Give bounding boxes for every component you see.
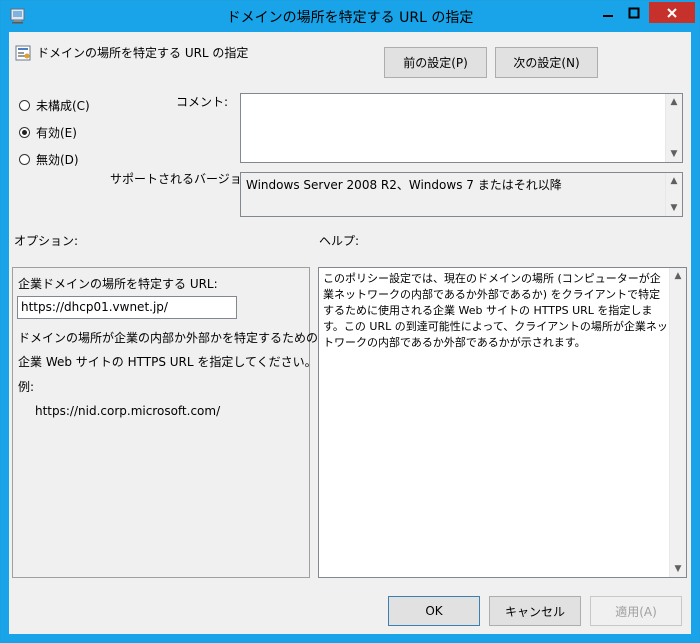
title-bar[interactable]: ドメインの場所を特定する URL の指定 [1, 1, 699, 32]
help-panel: このポリシー設定では、現在のドメインの場所 (コンピューターが企業ネットワークの… [318, 267, 687, 578]
description-line-2: 企業 Web サイトの HTTPS URL を指定してください。 [18, 355, 317, 369]
help-scrollbar[interactable]: ▲ ▼ [669, 268, 686, 577]
scroll-down-icon[interactable]: ▼ [666, 146, 682, 162]
scroll-up-icon[interactable]: ▲ [670, 268, 686, 284]
radio-circle[interactable] [19, 100, 30, 111]
dialog-window: ドメインの場所を特定する URL の指定 ドメインの場所を特定する URL の指… [0, 0, 700, 643]
dialog-client-area: ドメインの場所を特定する URL の指定 前の設定(P) 次の設定(N) 未構成… [9, 32, 691, 634]
supported-versions-label: サポートされるバージョン: [110, 172, 258, 186]
radio-circle[interactable] [19, 154, 30, 165]
help-text: このポリシー設定では、現在のドメインの場所 (コンピューターが企業ネットワークの… [323, 272, 668, 349]
radio-enabled[interactable]: 有効(E) [19, 124, 77, 141]
url-input-value: https://dhcp01.vwnet.jp/ [21, 300, 168, 314]
supported-versions-box: Windows Server 2008 R2、Windows 7 またはそれ以降… [240, 172, 683, 217]
url-field-label: 企業ドメインの場所を特定する URL: [18, 277, 218, 291]
radio-label: 未構成(C) [36, 99, 90, 113]
next-setting-button[interactable]: 次の設定(N) [495, 47, 598, 78]
ok-button[interactable]: OK [388, 596, 480, 626]
minimize-button[interactable] [595, 2, 621, 23]
options-label: オプション: [14, 234, 79, 248]
radio-circle-checked[interactable] [19, 127, 30, 138]
maximize-icon [628, 7, 640, 18]
example-url: https://nid.corp.microsoft.com/ [35, 404, 221, 418]
scroll-up-icon[interactable]: ▲ [666, 94, 682, 110]
policy-title: ドメインの場所を特定する URL の指定 [37, 46, 249, 60]
comment-scrollbar[interactable]: ▲ ▼ [665, 94, 682, 162]
minimize-icon [603, 14, 613, 17]
scroll-up-icon[interactable]: ▲ [666, 173, 682, 189]
comment-textarea[interactable]: ▲ ▼ [240, 93, 683, 163]
radio-label: 有効(E) [36, 126, 77, 140]
example-label: 例: [18, 380, 35, 394]
close-icon [667, 7, 677, 18]
description-line-1: ドメインの場所が企業の内部か外部かを特定するための [18, 331, 319, 345]
radio-label: 無効(D) [36, 153, 79, 167]
url-input[interactable]: https://dhcp01.vwnet.jp/ [17, 296, 237, 319]
radio-not-configured[interactable]: 未構成(C) [19, 97, 90, 114]
close-button[interactable] [649, 2, 695, 23]
help-label: ヘルプ: [319, 234, 360, 248]
radio-disabled[interactable]: 無効(D) [19, 151, 79, 168]
supported-scrollbar[interactable]: ▲ ▼ [665, 173, 682, 216]
supported-versions-value: Windows Server 2008 R2、Windows 7 またはそれ以降 [246, 178, 562, 192]
apply-button[interactable]: 適用(A) [590, 596, 682, 626]
cancel-button[interactable]: キャンセル [489, 596, 581, 626]
maximize-button[interactable] [621, 2, 647, 23]
scroll-down-icon[interactable]: ▼ [670, 561, 686, 577]
policy-setting-icon [15, 45, 31, 61]
previous-setting-button[interactable]: 前の設定(P) [384, 47, 487, 78]
comment-label: コメント: [176, 95, 229, 109]
scroll-down-icon[interactable]: ▼ [666, 200, 682, 216]
options-panel: 企業ドメインの場所を特定する URL: https://dhcp01.vwnet… [12, 267, 318, 578]
